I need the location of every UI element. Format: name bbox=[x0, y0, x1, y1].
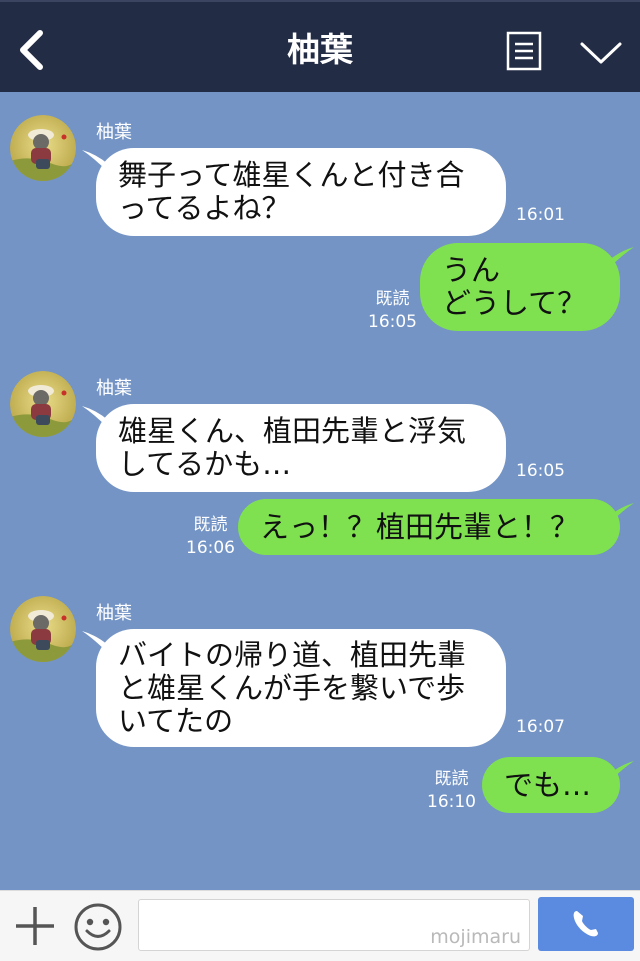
message-text-line: してるかも… bbox=[118, 447, 292, 481]
plus-icon[interactable] bbox=[14, 905, 56, 947]
message-time: 16:06 bbox=[186, 538, 235, 558]
read-receipt: 既読 16:06 bbox=[186, 514, 235, 560]
message-text-line: 雄星くん、植田先輩と浮気 bbox=[118, 414, 467, 448]
message-bubble[interactable]: えっ！？植田先輩と！？ bbox=[238, 499, 620, 555]
avatar[interactable] bbox=[10, 371, 76, 437]
chevron-down-icon[interactable] bbox=[578, 38, 624, 68]
message-bubble[interactable]: でも… bbox=[482, 757, 620, 813]
message-time: 16:01 bbox=[516, 205, 565, 225]
message-list[interactable]: 柚葉 舞子って雄星くんと付き合 ってるよね？ 16:01 うん どうして？ 既読 16:05 柚… bbox=[0, 92, 640, 890]
message-text-line: 舞子って雄星くんと付き合 bbox=[118, 158, 465, 192]
message-input[interactable]: mojimaru bbox=[138, 899, 530, 951]
message-bubble[interactable]: バイトの帰り道、植田先輩 と雄星くんが手を繋いで歩 いてたの bbox=[96, 629, 506, 747]
read-label: 既読 bbox=[434, 769, 469, 789]
message-text-line: でも… bbox=[504, 767, 592, 802]
smiley-icon[interactable] bbox=[73, 902, 123, 952]
phone-icon bbox=[573, 911, 598, 937]
message-time: 16:05 bbox=[516, 461, 565, 481]
call-button[interactable] bbox=[538, 897, 634, 951]
message-text-line: いてたの bbox=[118, 703, 234, 738]
message-bubble[interactable]: うん どうして？ bbox=[420, 243, 620, 331]
avatar[interactable] bbox=[10, 596, 76, 662]
avatar[interactable] bbox=[10, 115, 76, 181]
message-time: 16:05 bbox=[368, 312, 417, 332]
message-time: 16:07 bbox=[516, 717, 565, 737]
sender-name: 柚葉 bbox=[96, 378, 132, 399]
message-text-line: ってるよね？ bbox=[118, 191, 291, 225]
input-bar: mojimaru bbox=[0, 890, 640, 961]
message-time: 16:10 bbox=[427, 792, 476, 812]
chat-title: 柚葉 bbox=[287, 30, 353, 69]
watermark-text: mojimaru bbox=[430, 926, 521, 948]
list-icon[interactable] bbox=[506, 31, 542, 71]
sender-name: 柚葉 bbox=[96, 122, 132, 143]
read-receipt: 既読 16:10 bbox=[427, 768, 476, 814]
message-text-line: うん bbox=[442, 253, 501, 287]
sender-name: 柚葉 bbox=[96, 603, 132, 624]
message-text-line: と雄星くんが手を繋いで歩 bbox=[118, 670, 466, 705]
read-label: 既読 bbox=[375, 289, 410, 309]
read-receipt: 既読 16:05 bbox=[368, 288, 417, 334]
message-text-line: えっ！？植田先輩と！？ bbox=[260, 509, 580, 544]
message-text-line: バイトの帰り道、植田先輩 bbox=[118, 637, 467, 672]
message-bubble[interactable]: 舞子って雄星くんと付き合 ってるよね？ bbox=[96, 148, 506, 236]
message-text-line: どうして？ bbox=[442, 286, 587, 320]
read-label: 既読 bbox=[193, 515, 228, 535]
chat-header: 柚葉 bbox=[0, 0, 640, 92]
message-bubble[interactable]: 雄星くん、植田先輩と浮気 してるかも… bbox=[96, 404, 506, 492]
